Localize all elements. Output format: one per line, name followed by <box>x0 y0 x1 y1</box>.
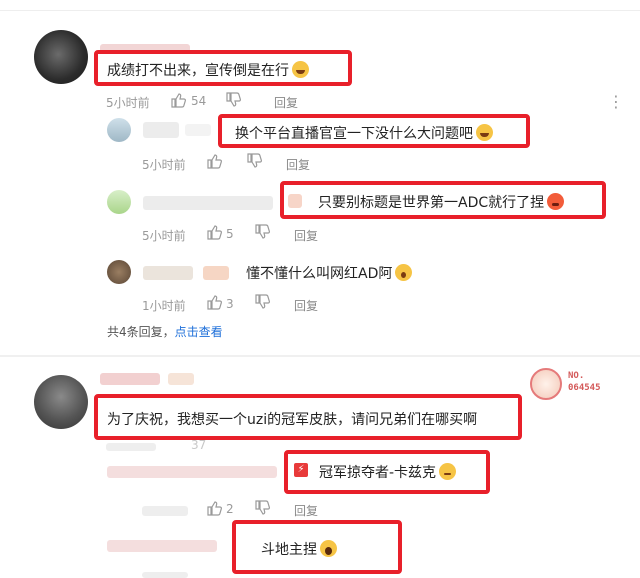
reply-button[interactable]: 回复 <box>294 227 318 244</box>
reply-username-blurred <box>143 266 193 280</box>
dislike-icon[interactable] <box>246 153 262 169</box>
like-icon[interactable] <box>206 500 222 516</box>
wink-emoji <box>439 463 457 480</box>
dislike-icon[interactable] <box>254 500 270 516</box>
reply-time: 1小时前 <box>142 299 186 313</box>
reply-username-blurred <box>107 540 217 552</box>
like-icon[interactable] <box>206 153 222 169</box>
reply-username-blurred <box>143 196 273 210</box>
badge-number: NO. 064545 <box>568 371 601 393</box>
reply-time: 5小时前 <box>142 158 186 172</box>
like-count: 5 <box>226 227 234 241</box>
reply-button[interactable]: 回复 <box>294 297 318 314</box>
like-icon[interactable] <box>206 294 222 310</box>
reply-username-blurred <box>203 266 229 280</box>
reply-username-blurred <box>143 122 179 138</box>
reply-summary: 共4条回复，点击查看 <box>107 323 223 340</box>
reply-time-blurred <box>142 572 188 578</box>
view-replies-link[interactable]: 点击查看 <box>175 325 223 339</box>
reply-button[interactable]: 回复 <box>294 502 318 519</box>
like-count: 3 <box>226 297 234 311</box>
charge-icon: ⚡ <box>294 463 308 477</box>
username-blurred <box>100 373 160 385</box>
dislike-icon[interactable] <box>254 224 270 240</box>
reply-avatar[interactable] <box>107 118 131 142</box>
reply-button[interactable]: 回复 <box>286 156 310 173</box>
more-options-icon[interactable]: ⋮ <box>608 92 624 111</box>
dislike-icon[interactable] <box>225 92 241 108</box>
reply-text: 懂不懂什么叫网红AD阿 <box>246 263 413 283</box>
user-avatar[interactable] <box>34 375 88 429</box>
scared-emoji <box>320 540 337 557</box>
like-count: 54 <box>191 94 207 108</box>
laugh-emoji <box>476 124 493 141</box>
reply-text: 斗地主捏 <box>261 539 337 559</box>
reply-avatar[interactable] <box>107 190 131 214</box>
top-divider <box>0 10 640 11</box>
badge-avatar-icon <box>530 368 562 400</box>
like-count: 37 <box>191 438 207 452</box>
like-icon[interactable] <box>206 224 222 240</box>
reply-time-blurred <box>142 506 188 516</box>
reply-username-blurred <box>288 194 302 208</box>
shock-emoji <box>395 264 413 281</box>
like-icon[interactable] <box>170 92 186 108</box>
reply-username-blurred <box>107 466 277 478</box>
reply-button[interactable]: 回复 <box>274 94 298 111</box>
thread-divider <box>0 355 640 357</box>
angry-emoji <box>547 193 565 210</box>
fan-badge: NO. 064545 <box>530 368 626 402</box>
reply-time: 5小时前 <box>142 229 186 243</box>
username-blurred <box>168 373 194 385</box>
laugh-emoji <box>292 61 309 78</box>
reply-count-text: 共4条回复， <box>107 325 175 339</box>
like-count: 2 <box>226 502 234 516</box>
user-avatar[interactable] <box>34 30 88 84</box>
reply-username-blurred <box>185 124 211 136</box>
reply-text: 只要别标题是世界第一ADC就行了捏 <box>318 192 565 212</box>
comment-text: 成绩打不出来，宣传倒是在行 <box>107 60 309 80</box>
reply-avatar[interactable] <box>107 260 131 284</box>
comment-time-blurred <box>106 443 156 451</box>
reply-text: 冠军掠夺者-卡兹克 <box>319 462 457 482</box>
comment-time: 5小时前 <box>106 96 150 110</box>
dislike-icon[interactable] <box>254 294 270 310</box>
reply-text: 换个平台直播官宣一下没什么大问题吧 <box>235 123 493 143</box>
comment-text: 为了庆祝，我想买一个uzi的冠军皮肤，请问兄弟们在哪买啊 <box>107 412 478 428</box>
